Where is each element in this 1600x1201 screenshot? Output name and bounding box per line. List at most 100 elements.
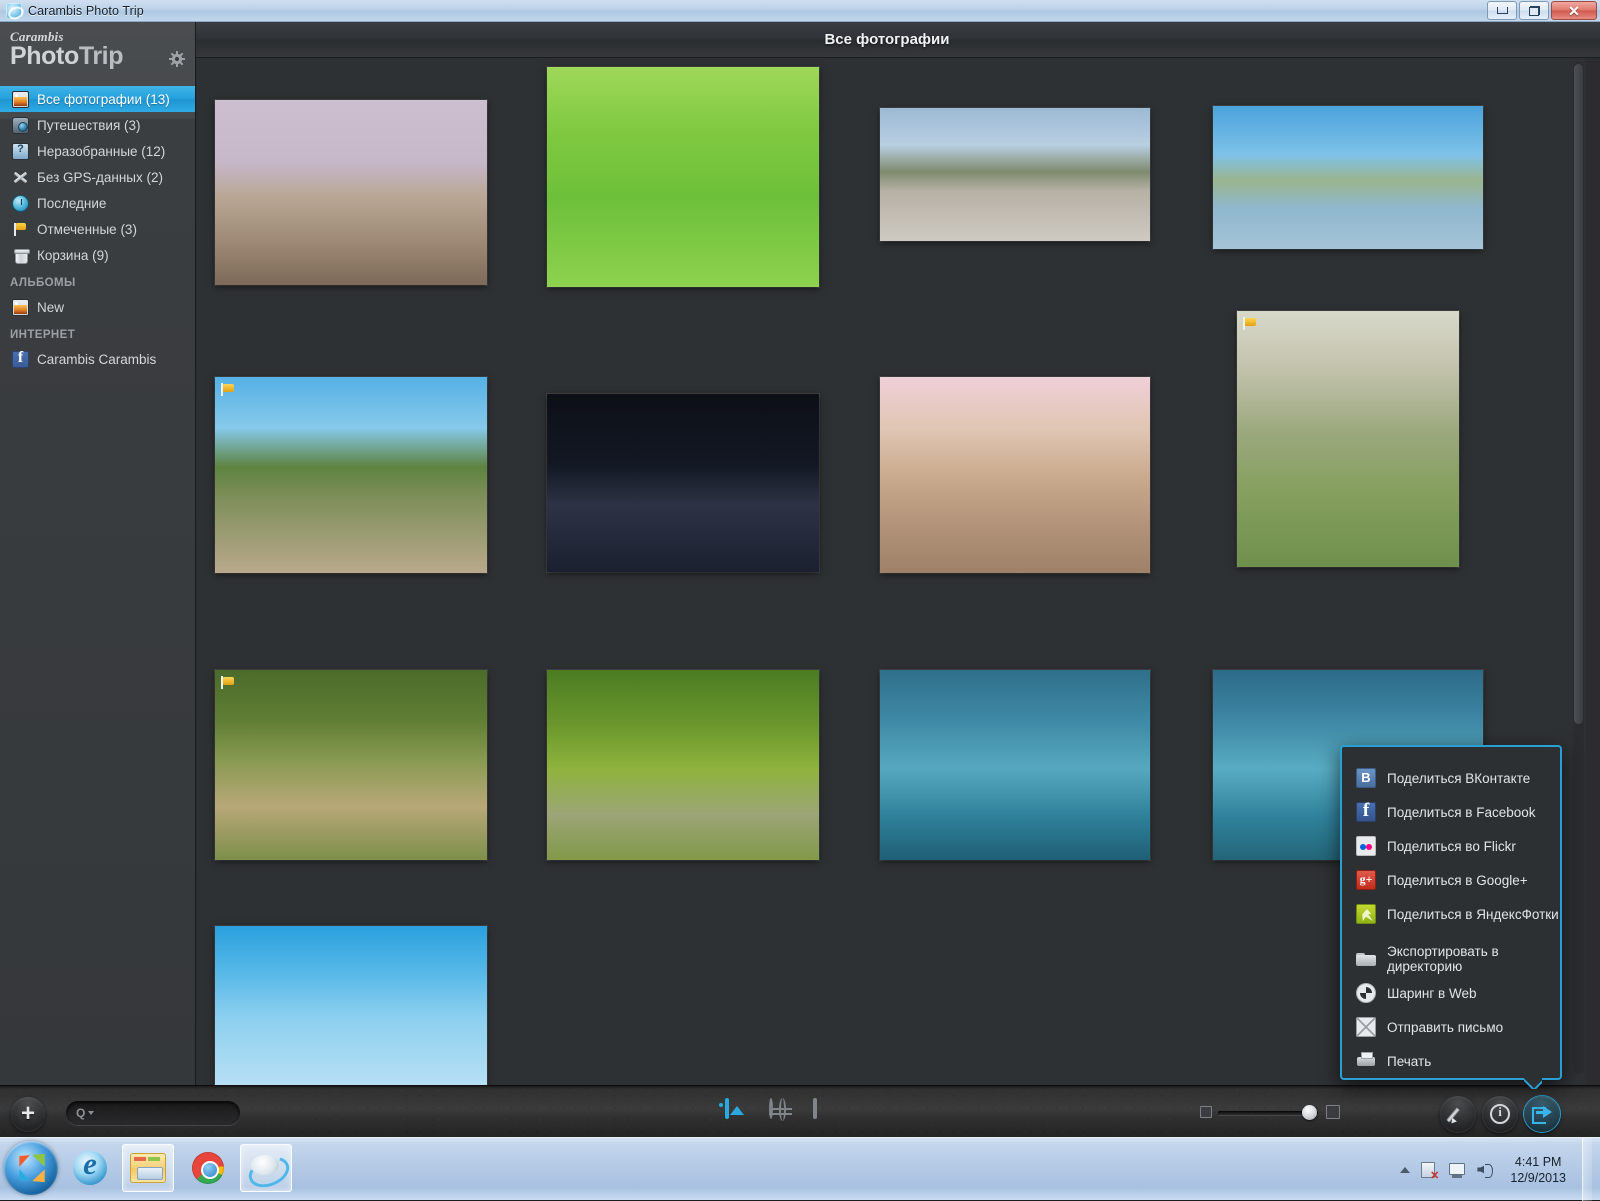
- menu-item-vkontakte[interactable]: Поделиться ВКонтакте: [1342, 761, 1560, 795]
- close-button[interactable]: ✕: [1551, 1, 1597, 20]
- menu-item-yandex-fotki[interactable]: Поделиться в ЯндексФотки: [1342, 897, 1560, 931]
- large-thumb-icon[interactable]: [1326, 1105, 1340, 1119]
- internet-heading: ИНТЕРНЕТ: [0, 320, 195, 346]
- menu-item-label: Поделиться ВКонтакте: [1387, 771, 1530, 786]
- sidebar-item-label: Отмеченные (3): [37, 222, 137, 237]
- share-button[interactable]: [1524, 1096, 1560, 1132]
- thumbnail-size-slider[interactable]: [1200, 1104, 1340, 1122]
- albums-heading: АЛЬБОМЫ: [0, 268, 195, 294]
- title-bar[interactable]: Carambis Photo Trip ✕: [0, 0, 1600, 22]
- sidebar-item-label: Без GPS-данных (2): [37, 170, 163, 185]
- windows-taskbar: 4:41 PM 12/9/2013: [0, 1137, 1600, 1200]
- sidebar-item-album-new[interactable]: New: [0, 294, 195, 320]
- menu-item-label: Печать: [1387, 1054, 1431, 1069]
- menu-item-printer[interactable]: Печать: [1342, 1044, 1560, 1078]
- flag-badge-icon: [1242, 316, 1258, 332]
- add-button[interactable]: +: [11, 1097, 45, 1131]
- menu-item-flickr[interactable]: Поделиться во Flickr: [1342, 829, 1560, 863]
- sidebar-item-unsorted[interactable]: Неразобранные (12): [0, 138, 195, 164]
- start-button[interactable]: [4, 1141, 58, 1195]
- view-photos-button[interactable]: [725, 1100, 751, 1126]
- sidebar-item-flagged[interactable]: Отмеченные (3): [0, 216, 195, 242]
- photo-thumbnail-park-arch-bridge[interactable]: [215, 670, 487, 860]
- edit-button[interactable]: [1440, 1096, 1476, 1132]
- photo-thumbnail-colonnade-columns[interactable]: [880, 377, 1150, 573]
- photo-thumbnail-palm-leaves-sky[interactable]: [215, 926, 487, 1085]
- minimize-button[interactable]: [1487, 1, 1517, 20]
- photo-thumbnail-palace-square-night[interactable]: [547, 394, 819, 572]
- sidebar-item-travels[interactable]: Путешествия (3): [0, 112, 195, 138]
- menu-item-label: Поделиться во Flickr: [1387, 839, 1516, 854]
- monitor-icon[interactable]: [1448, 1161, 1466, 1179]
- photo-thumbnail-statue-in-park[interactable]: [215, 377, 487, 573]
- menu-item-folder[interactable]: Экспортировать в директорию: [1342, 942, 1560, 976]
- photo-thumbnail-kazan-cathedral-square[interactable]: [880, 108, 1150, 241]
- small-thumb-icon[interactable]: [1200, 1106, 1212, 1118]
- web-share-icon: [1356, 983, 1376, 1003]
- menu-item-web-share[interactable]: Шаринг в Web: [1342, 976, 1560, 1010]
- photo-thumbnail-river-embankment-lamp[interactable]: [1213, 106, 1483, 249]
- mail-icon: [1356, 1017, 1376, 1037]
- sidebar-nav: Все фотографии (13) Путешествия (3) Нера…: [0, 86, 195, 268]
- windows-explorer-icon: [130, 1153, 166, 1183]
- flickr-icon: [1356, 836, 1376, 856]
- volume-icon[interactable]: [1476, 1161, 1494, 1179]
- info-button[interactable]: [1482, 1096, 1518, 1132]
- clock[interactable]: 4:41 PM 12/9/2013: [1504, 1154, 1572, 1186]
- info-icon: [1490, 1104, 1510, 1124]
- vertical-scrollbar[interactable]: [1573, 62, 1584, 1074]
- sidebar-item-recent[interactable]: Последние: [0, 190, 195, 216]
- bottom-toolbar: + Q: [0, 1085, 1600, 1137]
- menu-item-mail[interactable]: Отправить письмо: [1342, 1010, 1560, 1044]
- search-box[interactable]: Q: [66, 1101, 240, 1125]
- clock-date: 12/9/2013: [1510, 1170, 1566, 1186]
- show-desktop-button[interactable]: [1582, 1138, 1592, 1201]
- taskbar-item-internet-explorer[interactable]: [64, 1144, 116, 1192]
- taskbar-item-windows-explorer[interactable]: [122, 1144, 174, 1192]
- show-hidden-icons-icon[interactable]: [1400, 1167, 1410, 1173]
- scrollbar-thumb[interactable]: [1574, 64, 1583, 724]
- share-context-menu[interactable]: Поделиться ВКонтакте Поделиться в Faceboo…: [1340, 745, 1562, 1080]
- menu-item-facebook[interactable]: Поделиться в Facebook: [1342, 795, 1560, 829]
- window-controls: ✕: [1487, 1, 1597, 20]
- maximize-button[interactable]: [1519, 1, 1549, 20]
- photo-thumbnail-tree-lined-road[interactable]: [547, 670, 819, 860]
- sidebar-item-label: Корзина (9): [37, 248, 109, 263]
- brand-title-photo: Photo: [10, 42, 79, 70]
- taskbar-item-carambis-phototrip[interactable]: [240, 1144, 292, 1192]
- menu-item-label: Шаринг в Web: [1387, 986, 1477, 1001]
- content-header: Все фотографии: [196, 22, 1600, 58]
- photo-thumbnail-dolphinarium-show-1[interactable]: [880, 670, 1150, 860]
- calendar-icon: [813, 1098, 817, 1119]
- sidebar-item-label: Путешествия (3): [37, 118, 141, 133]
- sidebar-item-trash[interactable]: Корзина (9): [0, 242, 195, 268]
- view-map-button[interactable]: [769, 1100, 795, 1126]
- network-disconnected-icon[interactable]: [1420, 1161, 1438, 1179]
- photo-thumbnail-aerial-city-park[interactable]: [1237, 311, 1459, 567]
- pencil-icon: [1448, 1104, 1468, 1124]
- view-calendar-button[interactable]: [813, 1100, 839, 1126]
- menu-item-label: Экспортировать в директорию: [1387, 944, 1560, 974]
- slider-knob[interactable]: [1302, 1105, 1317, 1120]
- sidebar-item-all-photos[interactable]: Все фотографии (13): [0, 86, 195, 112]
- search-input[interactable]: [97, 1106, 252, 1120]
- search-icon: Q: [76, 1106, 85, 1120]
- sidebar-item-label: Неразобранные (12): [37, 144, 165, 159]
- sidebar-item-no-gps[interactable]: Без GPS-данных (2): [0, 164, 195, 190]
- google-chrome-icon: [192, 1152, 224, 1184]
- photo-thumbnail-family-on-grass[interactable]: [547, 67, 819, 287]
- menu-pointer-tail: [1524, 1078, 1542, 1089]
- trash-icon: [12, 247, 29, 264]
- sidebar-item-label: Carambis Carambis: [37, 352, 156, 367]
- gear-icon[interactable]: [169, 51, 185, 67]
- sidebar-item-label: Все фотографии (13): [37, 92, 170, 107]
- menu-separator: [1342, 931, 1560, 942]
- facebook-icon: [12, 351, 29, 368]
- sidebar-item-facebook-account[interactable]: Carambis Carambis: [0, 346, 195, 372]
- sidebar-item-label: Последние: [37, 196, 106, 211]
- chevron-down-icon[interactable]: [88, 1111, 94, 1115]
- vkontakte-icon: [1356, 768, 1376, 788]
- taskbar-item-google-chrome[interactable]: [182, 1144, 234, 1192]
- menu-item-google-plus[interactable]: Поделиться в Google+: [1342, 863, 1560, 897]
- photo-thumbnail-ornate-corner-building[interactable]: [215, 100, 487, 285]
